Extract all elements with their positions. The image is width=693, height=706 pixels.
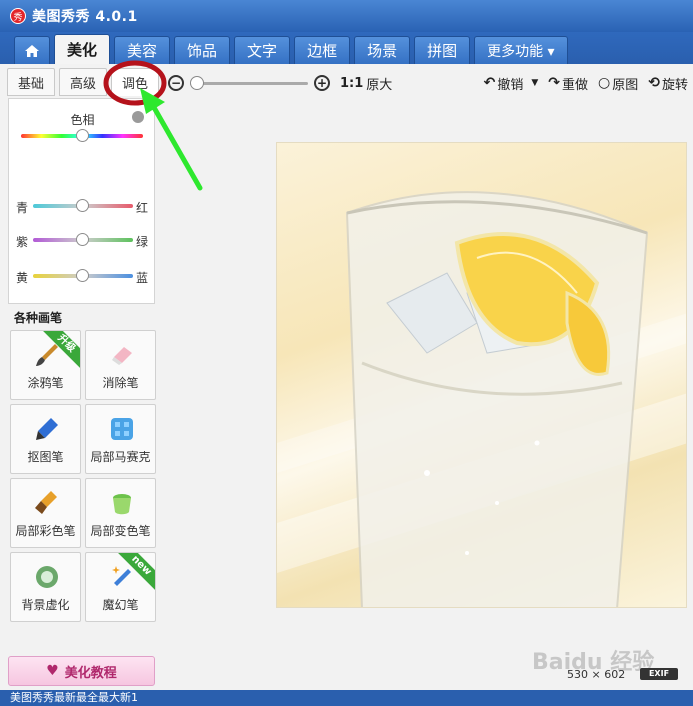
undo-label: 撤销 <box>497 77 524 93</box>
zoom-out-icon[interactable]: − <box>168 75 184 91</box>
status-bar: 美图秀秀最新最全最大新1 <box>0 690 693 706</box>
brushes-heading: 各种画笔 <box>14 311 63 325</box>
rotate-icon: ⟲ <box>648 75 660 91</box>
brush-eraser[interactable]: 消除笔 <box>85 330 156 400</box>
image-canvas[interactable] <box>276 142 687 608</box>
tab-accessories[interactable]: 饰品 <box>174 36 231 64</box>
hue-slider-knob[interactable] <box>76 129 89 142</box>
purple-green-row: 紫 绿 <box>9 233 156 249</box>
blue-label: 蓝 <box>136 271 149 285</box>
sub-tab-bar: 基础 高级 调色 <box>7 68 159 96</box>
undo-icon: ↶ <box>483 75 496 91</box>
redo-icon: ↷ <box>548 75 560 91</box>
tab-home[interactable] <box>14 36 50 64</box>
brush-label: 魔幻笔 <box>102 598 139 612</box>
heart-hand-icon: ♥ <box>46 663 59 679</box>
cyan-label: 青 <box>16 201 29 215</box>
eraser-icon <box>112 347 132 365</box>
home-icon <box>25 44 39 57</box>
cyan-red-knob[interactable] <box>76 199 89 212</box>
undo-button[interactable]: ↶ 撤销 <box>484 74 524 93</box>
green-label: 绿 <box>136 235 149 249</box>
zoom-slider[interactable] <box>190 75 308 90</box>
undo-dropdown-icon[interactable]: ▼ <box>531 78 538 88</box>
tab-text[interactable]: 文字 <box>234 36 291 64</box>
brush-label: 抠图笔 <box>27 450 64 464</box>
brush-mosaic[interactable]: 局部马赛克 <box>85 404 156 474</box>
zoom-in-icon[interactable]: + <box>314 75 330 91</box>
yellow-label: 黄 <box>16 271 29 285</box>
brush-cutout[interactable]: 抠图笔 <box>10 404 81 474</box>
lemon-drink-photo <box>277 191 686 607</box>
yellow-blue-row: 黄 蓝 <box>9 269 156 285</box>
tab-border[interactable]: 边框 <box>294 36 351 64</box>
brush-label: 涂鸦笔 <box>27 376 64 390</box>
brush-partial-color[interactable]: 局部彩色笔 <box>10 478 81 548</box>
reset-icon[interactable] <box>132 111 144 123</box>
work-area: 基础 高级 调色 − + 1:1 原大 ↶ 撤销 ▼ ↷ 重做 ○ 原图 ⟲ 旋… <box>0 64 693 690</box>
zoom-slider-thumb[interactable] <box>190 75 204 90</box>
redo-label: 重做 <box>562 77 589 93</box>
tab-beauty[interactable]: 美容 <box>114 36 171 64</box>
tab-beautify[interactable]: 美化 <box>54 34 111 64</box>
subtab-basic[interactable]: 基础 <box>7 68 55 96</box>
original-image-button[interactable]: ○ 原图 <box>598 74 638 93</box>
brush-magic[interactable]: new 魔幻笔 <box>85 552 156 622</box>
brush-label: 消除笔 <box>102 376 139 390</box>
image-toolbar: − + 1:1 原大 ↶ 撤销 ▼ ↷ 重做 ○ 原图 ⟲ 旋转 <box>168 72 688 94</box>
tutorial-button[interactable]: ♥ 美化教程 <box>8 656 155 686</box>
paint-bucket-icon <box>113 494 131 515</box>
brush-label: 局部彩色笔 <box>15 524 76 538</box>
ratio-button[interactable]: 1:1 <box>340 76 363 91</box>
rotate-button[interactable]: ⟲ 旋转 <box>648 74 688 93</box>
tab-collage[interactable]: 拼图 <box>414 36 471 64</box>
cutout-pen-icon <box>36 418 58 440</box>
tab-more-features[interactable]: 更多功能 ▾ <box>474 36 568 64</box>
brush-background-blur[interactable]: 背景虚化 <box>10 552 81 622</box>
blur-icon <box>36 566 58 588</box>
color-adjust-panel: 色相 青 红 紫 绿 黄 蓝 <box>8 98 155 304</box>
redo-button[interactable]: ↷ 重做 <box>548 74 588 93</box>
red-label: 红 <box>136 201 149 215</box>
app-title: 美图秀秀 4.0.1 <box>32 9 138 25</box>
brush-label: 局部变色笔 <box>90 524 151 538</box>
brush-label: 背景虚化 <box>21 598 70 612</box>
subtab-advanced[interactable]: 高级 <box>59 68 107 96</box>
original-image-label: 原图 <box>612 77 639 93</box>
app-logo-icon: 秀 <box>10 8 26 24</box>
brush-label: 局部马赛克 <box>90 450 151 464</box>
image-size: 530 × 602 <box>567 668 626 681</box>
rotate-label: 旋转 <box>661 77 688 93</box>
purple-label: 紫 <box>16 235 29 249</box>
yellow-blue-knob[interactable] <box>76 269 89 282</box>
purple-green-knob[interactable] <box>76 233 89 246</box>
color-brush-icon <box>35 491 57 514</box>
brush-partial-recolor[interactable]: 局部变色笔 <box>85 478 156 548</box>
exif-button[interactable]: EXIF <box>640 668 678 680</box>
tutorial-label: 美化教程 <box>64 665 117 681</box>
title-bar: 秀 美图秀秀 4.0.1 <box>0 0 693 32</box>
tab-scene[interactable]: 场景 <box>354 36 411 64</box>
circle-icon: ○ <box>598 75 611 91</box>
mosaic-icon <box>111 418 133 440</box>
cyan-red-row: 青 红 <box>9 199 156 215</box>
subtab-color-adjust[interactable]: 调色 <box>111 68 159 96</box>
original-size-button[interactable]: 原大 <box>366 74 392 93</box>
brush-doodle[interactable]: 升级 涂鸦笔 <box>10 330 81 400</box>
hue-slider-row <box>9 129 156 143</box>
main-tab-bar: 美化 美容 饰品 文字 边框 场景 拼图 更多功能 ▾ <box>0 32 693 64</box>
